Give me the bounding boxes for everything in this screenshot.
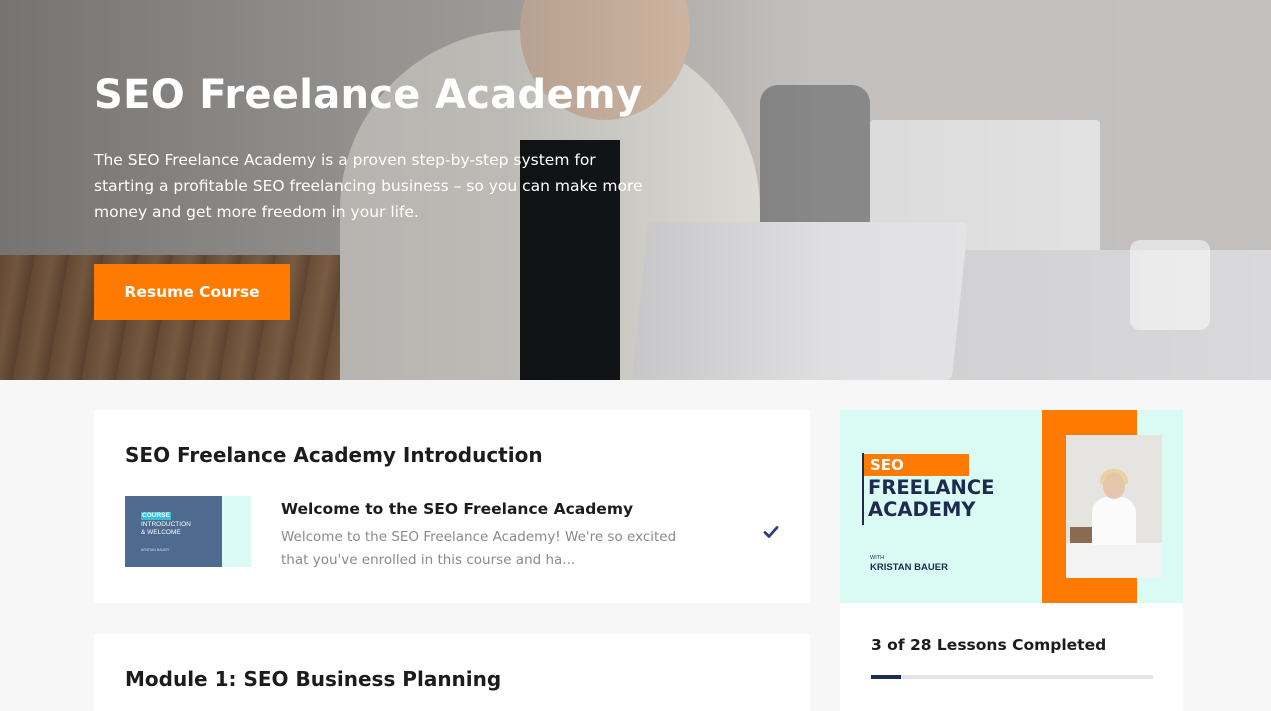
lesson-description: Welcome to the SEO Freelance Academy! We… [281, 529, 677, 568]
thumbnail-line: & WELCOME [141, 529, 181, 536]
cover-seo-label: SEO [864, 454, 969, 476]
photo-person-head [1103, 473, 1125, 499]
module-title[interactable]: Module 1: SEO Business Planning [125, 667, 501, 691]
lesson-thumbnail-panel: COURSE INTRODUCTION & WELCOME KRISTAN BA… [125, 496, 222, 567]
hero-banner: SEO Freelance Academy The SEO Freelance … [0, 0, 1271, 380]
photo-desk [1066, 543, 1162, 578]
progress-summary: 3 of 28 Lessons Completed [871, 636, 1107, 654]
cover-title-line-2: ACADEMY [868, 498, 976, 521]
module-title[interactable]: SEO Freelance Academy Introduction [125, 443, 543, 467]
progress-bar [871, 675, 1153, 679]
thumbnail-line: INTRODUCTION [141, 521, 191, 528]
photo-person-body [1092, 497, 1136, 545]
thumbnail-author: KRISTAN BAUER [141, 548, 169, 552]
cover-author-name: KRISTAN BAUER [870, 562, 948, 573]
lesson-thumbnail[interactable]: COURSE INTRODUCTION & WELCOME KRISTAN BA… [125, 496, 251, 567]
progress-bar-fill [871, 675, 902, 679]
checkmark-icon [763, 526, 779, 538]
course-title: SEO Freelance Academy [94, 72, 643, 118]
thumbnail-badge: COURSE [141, 512, 171, 520]
cover-title-line-1: FREELANCE [868, 476, 995, 499]
lesson-item[interactable]: COURSE INTRODUCTION & WELCOME KRISTAN BA… [125, 496, 785, 568]
course-cover-image: SEO FREELANCE ACADEMY WITH KRISTAN BAUER [840, 410, 1183, 603]
cover-instructor-photo [1066, 435, 1162, 578]
course-description: The SEO Freelance Academy is a proven st… [94, 151, 643, 221]
lesson-title[interactable]: Welcome to the SEO Freelance Academy [281, 500, 633, 518]
module-card-1: Module 1: SEO Business Planning [94, 634, 810, 711]
resume-course-button[interactable]: Resume Course [94, 264, 290, 320]
course-progress-card: SEO FREELANCE ACADEMY WITH KRISTAN BAUER… [840, 410, 1183, 711]
module-card-introduction: SEO Freelance Academy Introduction COURS… [94, 410, 810, 603]
cover-with-label: WITH [870, 555, 885, 561]
